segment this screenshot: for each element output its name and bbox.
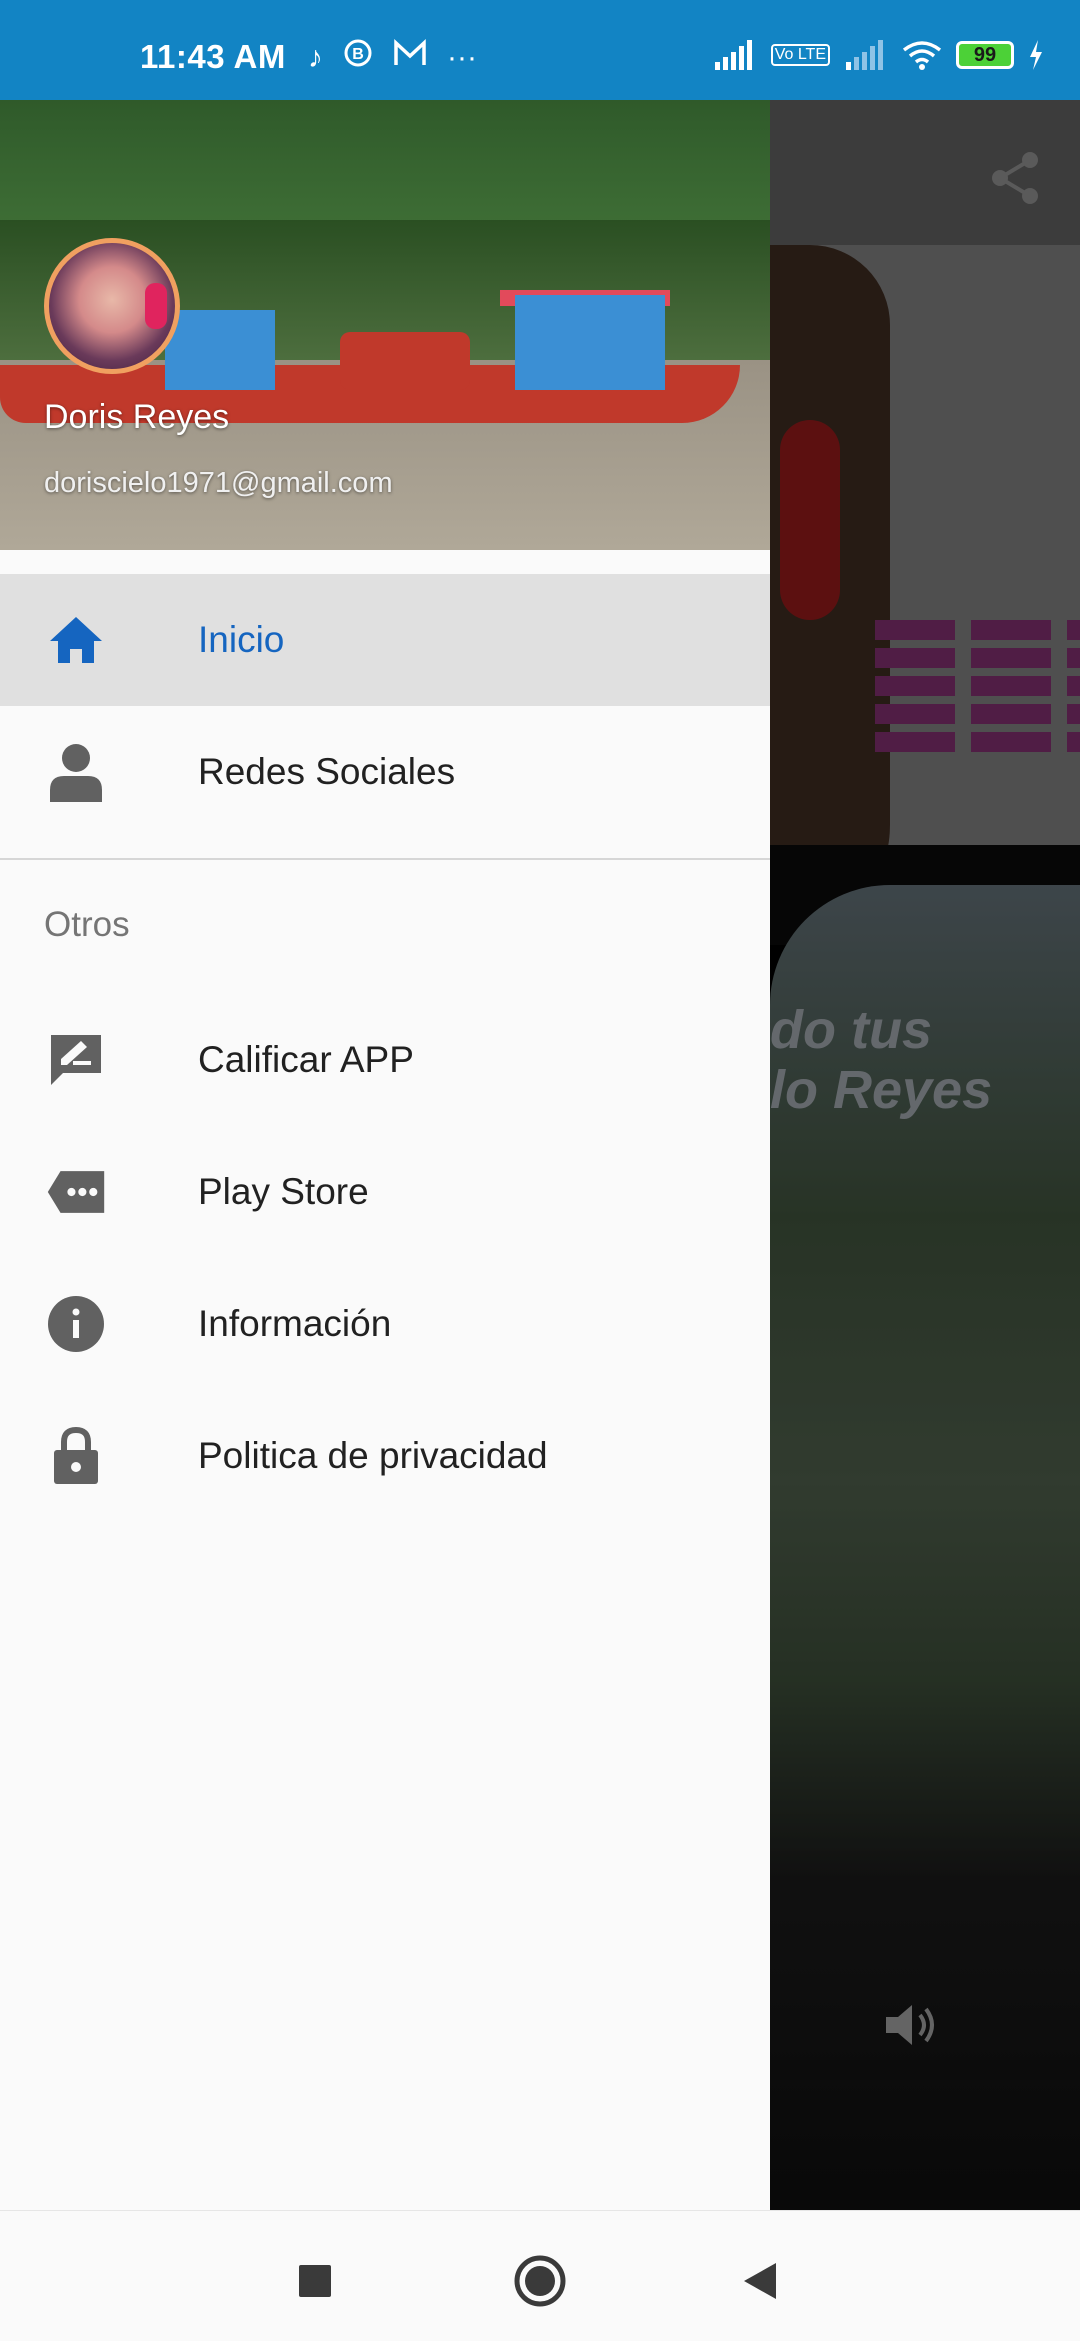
music-note-icon: ♪	[308, 40, 323, 74]
menu-item-redes-sociales[interactable]: Redes Sociales	[0, 706, 770, 838]
b-circle-icon: B	[343, 38, 373, 77]
status-time: 11:43 AM	[140, 38, 286, 75]
system-icons: Vo LTE 99	[713, 40, 1044, 70]
signal-icon	[714, 40, 752, 70]
store-tag-icon	[46, 1162, 106, 1222]
menu-item-informacion[interactable]: Información	[0, 1258, 770, 1390]
menu-item-inicio[interactable]: Inicio	[0, 574, 770, 706]
status-bar: 11:43 AM ♪ B ··· Vo LTE 99	[0, 0, 1080, 100]
home-circle-icon[interactable]	[510, 2251, 570, 2311]
wifi-icon	[902, 41, 942, 70]
rate-review-icon	[46, 1030, 106, 1090]
more-dots-icon: ···	[447, 40, 477, 74]
charging-icon	[1030, 40, 1042, 70]
info-icon	[46, 1294, 106, 1354]
menu-item-play-store[interactable]: Play Store	[0, 1126, 770, 1258]
menu-divider	[0, 858, 770, 860]
home-icon	[46, 610, 106, 670]
system-navigation-bar	[0, 2210, 1080, 2341]
section-title-otros: Otros	[44, 905, 130, 944]
person-icon	[46, 742, 106, 802]
recents-square-icon[interactable]	[285, 2251, 345, 2311]
lock-icon	[46, 1426, 106, 1486]
volte-badge: Vo LTE	[770, 44, 830, 66]
avatar[interactable]	[44, 238, 180, 374]
battery-indicator: 99	[956, 41, 1014, 69]
signal-weak-icon	[846, 40, 883, 70]
mail-icon	[393, 38, 427, 77]
notification-icons: ♪ B ···	[308, 38, 477, 77]
drawer-header: Doris Reyes doriscielo1971@gmail.com	[0, 100, 770, 550]
svg-text:B: B	[352, 46, 364, 63]
menu-item-politica-privacidad[interactable]: Politica de privacidad	[0, 1390, 770, 1522]
user-name: Doris Reyes	[44, 398, 230, 436]
drawer-scrim[interactable]	[770, 100, 1080, 2210]
navigation-drawer: Doris Reyes doriscielo1971@gmail.com Ini…	[0, 100, 770, 2210]
user-email: doriscielo1971@gmail.com	[44, 467, 393, 499]
back-triangle-icon[interactable]	[730, 2251, 790, 2311]
menu-item-calificar-app[interactable]: Calificar APP	[0, 994, 770, 1126]
